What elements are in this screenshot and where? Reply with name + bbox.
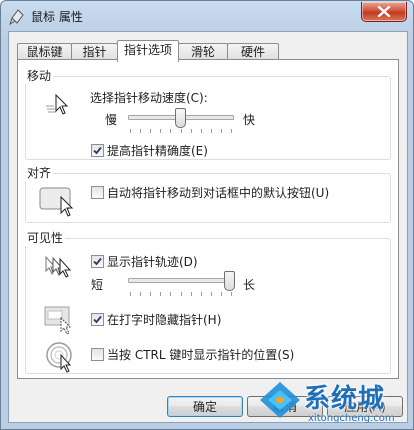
slider-tick [130, 292, 131, 296]
slider-tick [231, 129, 232, 133]
close-button[interactable] [361, 2, 407, 22]
mouse-properties-window: 鼠标 属性 鼠标键 指针 指针选项 滑轮 硬件 移动 选择指针移动速度(C): … [0, 0, 414, 430]
tab-label: 指针选项 [123, 43, 172, 57]
motion-group-title: 移动 [25, 67, 54, 84]
checkmark-icon [93, 146, 102, 155]
tab-label: 滑轮 [190, 45, 215, 59]
slider-tick [211, 292, 212, 296]
slider-tick [130, 129, 131, 133]
visibility-group-title: 可见性 [25, 229, 66, 246]
trails-slider-ticks [130, 292, 232, 296]
window-title: 鼠标 属性 [31, 10, 83, 24]
precision-checkbox[interactable] [91, 144, 104, 157]
slider-tick [160, 292, 161, 296]
slider-tick [140, 129, 141, 133]
watermark-url: xitongcheng.com [308, 413, 395, 424]
dialog-client-area: 鼠标键 指针 指针选项 滑轮 硬件 移动 选择指针移动速度(C): 慢 快 提高… [8, 31, 408, 423]
trails-slider-thumb[interactable] [224, 271, 235, 291]
speed-slider-ticks [130, 129, 232, 133]
slider-tick [201, 129, 202, 133]
close-icon [377, 6, 391, 17]
slider-tick [221, 292, 222, 296]
tab-label: 鼠标键 [26, 45, 63, 59]
short-label: 短 [91, 278, 104, 292]
show-location-icon [46, 342, 72, 373]
site-watermark: 系统城 xitongcheng.com [258, 376, 414, 430]
fast-label: 快 [243, 113, 256, 127]
watermark-logo-icon [260, 382, 300, 418]
slider-tick [170, 129, 171, 133]
slider-tick [191, 129, 192, 133]
show-location-ctrl-label[interactable]: 当按 CTRL 键时显示指针的位置(S) [107, 346, 294, 363]
snap-to-button-icon [39, 187, 74, 217]
pointer-options-panel: 移动 选择指针移动速度(C): 慢 快 提高指针精确度(E) 对齐 自动将指针移… [17, 59, 399, 379]
speed-slider-thumb[interactable] [175, 108, 186, 128]
pointer-trails-icon [45, 255, 72, 278]
speed-label: 选择指针移动速度(C): [90, 91, 208, 105]
watermark-brand: 系统城 [304, 384, 386, 414]
hide-while-typing-label[interactable]: 在打字时隐藏指针(H) [107, 311, 221, 328]
slow-label: 慢 [105, 113, 118, 127]
slider-tick [150, 292, 151, 296]
tab-label: 指针 [82, 45, 107, 59]
pointer-trails-checkbox[interactable] [91, 255, 104, 268]
trails-slider-track[interactable] [128, 278, 234, 283]
pointer-speed-icon [46, 93, 69, 115]
slider-tick [170, 292, 171, 296]
slider-tick [211, 129, 212, 133]
checkmark-icon [93, 257, 102, 266]
tab-label: 硬件 [240, 45, 265, 59]
slider-tick [140, 292, 141, 296]
slider-tick [221, 129, 222, 133]
slider-tick [191, 292, 192, 296]
snap-to-default-checkbox[interactable] [91, 186, 104, 199]
show-location-ctrl-checkbox[interactable] [91, 348, 104, 361]
ok-button[interactable]: 确定 [167, 396, 243, 417]
checkmark-icon [93, 315, 102, 324]
snap-to-group-title: 对齐 [25, 164, 54, 181]
pointer-trails-label[interactable]: 显示指针轨迹(D) [107, 253, 198, 270]
slider-tick [231, 292, 232, 296]
slider-tick [181, 129, 182, 133]
long-label: 长 [243, 278, 256, 292]
slider-tick [150, 129, 151, 133]
hide-while-typing-checkbox[interactable] [91, 313, 104, 326]
hide-while-typing-icon [44, 306, 72, 335]
slider-tick [160, 129, 161, 133]
snap-to-default-label[interactable]: 自动将指针移动到对话框中的默认按钮(U) [107, 184, 329, 201]
slider-tick [201, 292, 202, 296]
mouse-app-icon [9, 9, 24, 25]
title-bar[interactable]: 鼠标 属性 [1, 1, 413, 31]
precision-label[interactable]: 提高指针精确度(E) [107, 142, 208, 159]
slider-tick [181, 292, 182, 296]
tab-pointer-options[interactable]: 指针选项 [117, 40, 179, 62]
